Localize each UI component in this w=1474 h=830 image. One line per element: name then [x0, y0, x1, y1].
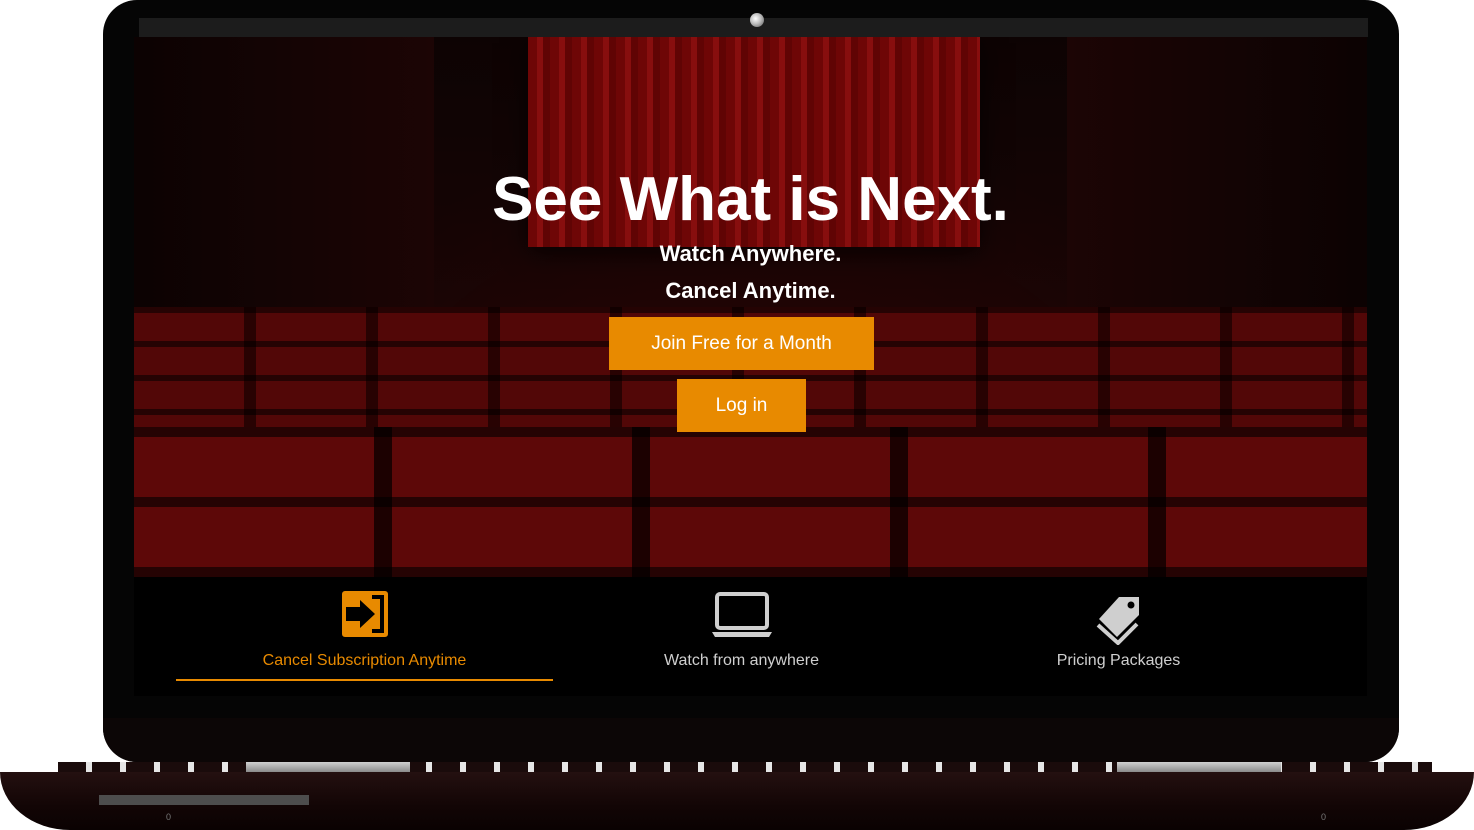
hero-section: See What is Next. Watch Anywhere. Cancel…	[134, 37, 1367, 577]
hero-headline: See What is Next.	[492, 165, 1009, 234]
hero-subline-cancel: Cancel Anytime.	[665, 278, 836, 303]
sign-in-icon	[341, 591, 388, 642]
tab-label: Watch from anywhere	[663, 652, 819, 669]
hero-subline-watch: Watch Anywhere.	[659, 241, 842, 266]
laptop-icon	[711, 591, 773, 644]
tab-label: Pricing Packages	[1056, 652, 1181, 669]
price-tags-icon	[1095, 591, 1143, 650]
tab-cancel-subscription[interactable]: Cancel Subscription Anytime	[176, 577, 553, 681]
laptop-slot	[99, 795, 309, 805]
feature-tabs: Cancel Subscription Anytime Watch from a…	[134, 577, 1367, 696]
laptop-hinge-right	[1117, 762, 1281, 772]
tab-label: Cancel Subscription Anytime	[262, 652, 467, 669]
tab-pricing-packages[interactable]: Pricing Packages	[930, 577, 1307, 679]
laptop-hinge-left	[246, 762, 410, 772]
base-mark-right: 0	[1321, 812, 1327, 822]
tab-watch-anywhere[interactable]: Watch from anywhere	[553, 577, 930, 679]
join-free-button[interactable]: Join Free for a Month	[609, 317, 874, 370]
base-mark-left: 0	[166, 812, 172, 822]
hero-content: See What is Next. Watch Anywhere. Cancel…	[134, 165, 1367, 309]
webcam-icon	[750, 13, 764, 27]
login-button[interactable]: Log in	[677, 379, 806, 432]
laptop-bezel-chin	[103, 718, 1399, 762]
laptop-screen: See What is Next. Watch Anywhere. Cancel…	[134, 37, 1367, 696]
